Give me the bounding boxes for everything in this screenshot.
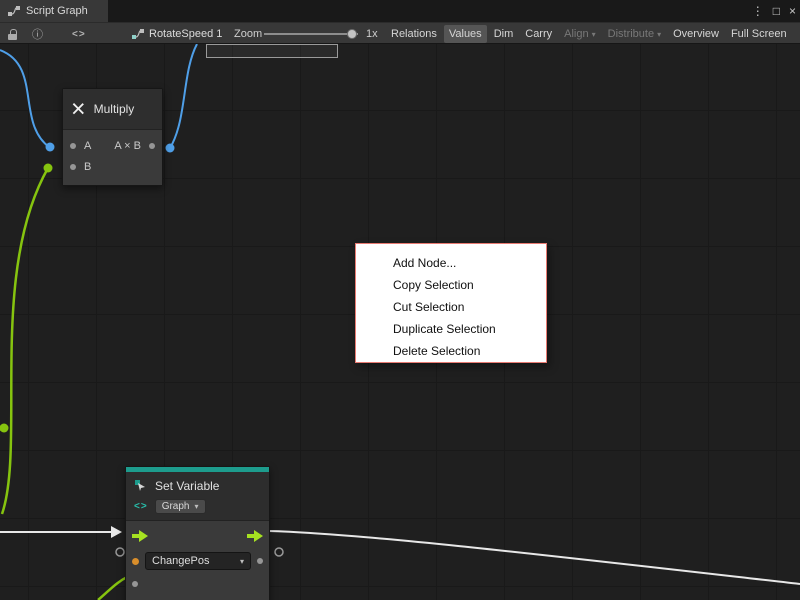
values-button[interactable]: Values (444, 25, 487, 43)
dim-button[interactable]: Dim (489, 25, 519, 43)
lock-icon[interactable] (7, 28, 19, 40)
multiply-node-header[interactable]: × Multiply (63, 89, 162, 130)
menu-item-delete-selection[interactable]: Delete Selection (356, 340, 546, 362)
tab-label: Script Graph (26, 5, 88, 17)
port-dot-blue[interactable] (46, 143, 55, 152)
align-button: Align ▾ (559, 25, 600, 43)
port-a-input[interactable] (70, 143, 76, 149)
window-controls: ⋮ □ × (752, 0, 796, 22)
overview-button[interactable]: Overview (668, 25, 724, 43)
tab-script-graph[interactable]: Script Graph (0, 0, 108, 22)
fullscreen-button[interactable]: Full Screen (726, 25, 792, 43)
chevron-down-icon: ▾ (240, 557, 244, 566)
distribute-button: Distribute ▾ (603, 25, 666, 43)
node-placeholder (206, 44, 338, 58)
multiply-icon: × (71, 97, 86, 122)
distribute-label: Distribute (608, 28, 654, 40)
scope-row: <> Graph ▾ (134, 498, 261, 514)
context-menu: Add Node... Copy Selection Cut Selection… (355, 243, 547, 363)
value-output-port[interactable] (257, 558, 263, 564)
script-graph-icon (8, 5, 20, 17)
lock-body (8, 34, 17, 40)
port-b-input[interactable] (70, 164, 76, 170)
set-variable-title-row: Set Variable (134, 476, 261, 496)
ring-port[interactable] (275, 548, 283, 556)
set-variable-header[interactable]: Set Variable <> Graph ▾ (126, 472, 269, 521)
close-icon[interactable]: × (789, 4, 796, 18)
script-graph-window: Script Graph ⋮ □ × ⓘ <> RotateSpeed 1 Zo… (0, 0, 800, 600)
variable-dropdown[interactable]: ChangePos ▾ (145, 552, 251, 570)
multiply-node-body: A A × B B (63, 130, 162, 185)
set-variable-icon (134, 479, 148, 493)
zoom-label: Zoom (234, 23, 262, 45)
flow-row (126, 521, 269, 548)
menu-item-add-node[interactable]: Add Node... (356, 252, 546, 274)
wire-blue-out (170, 44, 197, 148)
multiply-node-title: Multiply (94, 102, 135, 116)
graph-canvas[interactable]: × Multiply A A × B B (0, 44, 800, 600)
menu-item-cut-selection[interactable]: Cut Selection (356, 296, 546, 318)
scope-dropdown[interactable]: Graph ▾ (155, 499, 206, 514)
script-graph-icon (132, 28, 144, 40)
chevron-down-icon: ▾ (194, 502, 198, 511)
relations-button[interactable]: Relations (386, 25, 442, 43)
zoom-value: 1x (366, 23, 378, 45)
variable-name: ChangePos (152, 555, 210, 567)
menu-item-duplicate-selection[interactable]: Duplicate Selection (356, 318, 546, 340)
variable-input-port[interactable] (132, 558, 139, 565)
scope-label: Graph (162, 501, 190, 512)
ring-port[interactable] (116, 548, 124, 556)
graph-reference-label: RotateSpeed 1 (149, 28, 222, 40)
zoom-slider-thumb[interactable] (347, 29, 357, 39)
port-dot-green[interactable] (44, 164, 53, 173)
chevron-down-icon: ▾ (657, 30, 661, 39)
tab-bar: Script Graph ⋮ □ × (0, 0, 800, 22)
port-result-output[interactable] (149, 143, 155, 149)
set-variable-body: ChangePos ▾ (126, 521, 269, 600)
graph-scope-icon: <> (134, 501, 148, 512)
port-a-label: A (84, 140, 91, 152)
port-dot-green[interactable] (0, 424, 9, 433)
menu-item-copy-selection[interactable]: Copy Selection (356, 274, 546, 296)
port-row-b: B (63, 156, 162, 177)
toolbar-buttons: Relations Values Dim Carry Align ▾ Distr… (386, 23, 792, 45)
port-result-label: A × B (114, 140, 141, 152)
chevron-down-icon: ▾ (592, 30, 596, 39)
graph-toolbar: ⓘ <> RotateSpeed 1 Zoom 1x Relations Val… (0, 22, 800, 44)
wire-blue-in (0, 50, 49, 147)
variable-row: ChangePos ▾ (126, 548, 269, 574)
port-b-label: B (84, 161, 91, 173)
align-label: Align (564, 28, 588, 40)
flow-output-port[interactable] (247, 530, 263, 542)
code-preview-icon[interactable]: <> (72, 23, 86, 45)
carry-button[interactable]: Carry (520, 25, 557, 43)
port-dot-blue[interactable] (166, 144, 175, 153)
zoom-slider[interactable] (264, 33, 358, 35)
set-variable-title: Set Variable (155, 479, 219, 493)
graph-reference-button[interactable]: RotateSpeed 1 (132, 23, 222, 45)
extra-port-row (126, 574, 269, 594)
node-set-variable[interactable]: Set Variable <> Graph ▾ (125, 466, 270, 600)
wire-flow-out (268, 531, 800, 584)
value-input-port[interactable] (132, 581, 138, 587)
wire-green-long (2, 168, 48, 514)
flow-arrowhead-icon (111, 526, 122, 538)
info-icon[interactable]: ⓘ (32, 23, 43, 45)
maximize-icon[interactable]: □ (773, 4, 780, 18)
kebab-menu-icon[interactable]: ⋮ (752, 4, 764, 18)
node-multiply[interactable]: × Multiply A A × B B (62, 88, 163, 186)
port-row-a: A A × B (63, 135, 162, 156)
flow-input-port[interactable] (132, 530, 148, 542)
